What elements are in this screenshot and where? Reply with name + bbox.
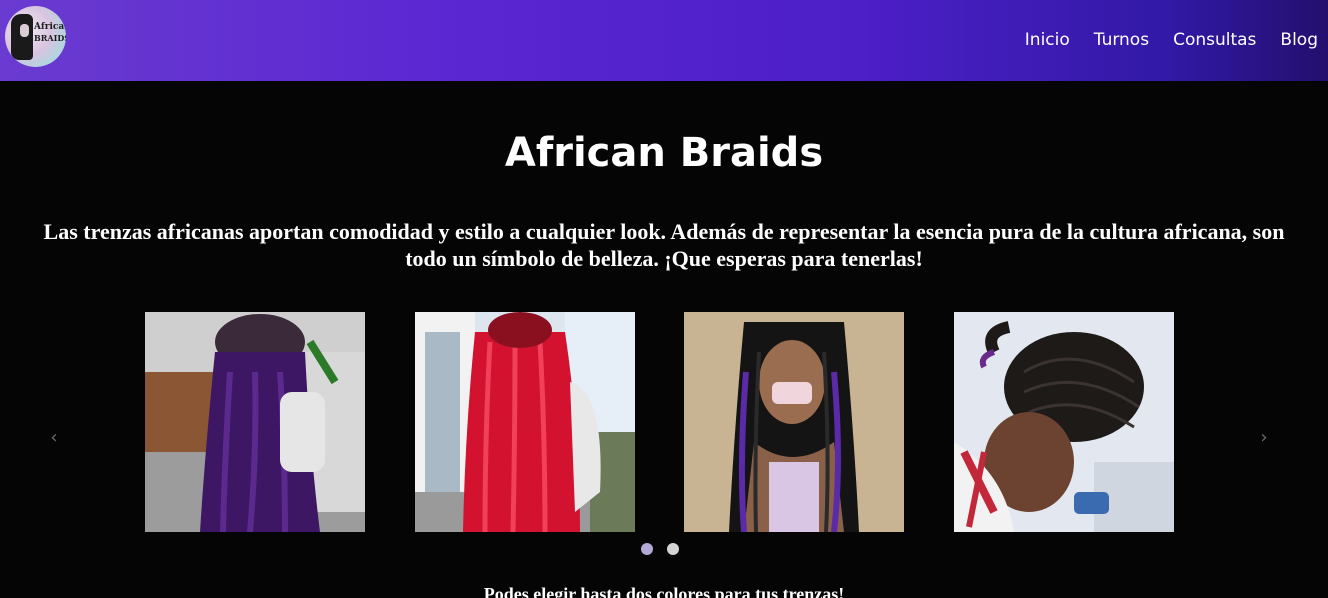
red-braids-photo-icon — [415, 312, 635, 532]
colors-tagline: Podes elegir hasta dos colores para tus … — [483, 584, 845, 598]
nav-link-consultas[interactable]: Consultas — [1173, 28, 1256, 52]
nav-link-blog[interactable]: Blog — [1280, 28, 1318, 52]
logo-portrait-icon — [11, 14, 33, 60]
carousel-dot-2[interactable] — [667, 543, 679, 555]
intro-text: Las trenzas africanas aportan comodidad … — [43, 219, 1285, 271]
cornrow-braids-photo-icon — [954, 312, 1174, 532]
carousel-next-icon[interactable]: › — [1254, 426, 1274, 450]
black-purple-braids-photo-icon — [684, 312, 904, 532]
african-braids-logo[interactable]: African BRAIDS — [5, 6, 66, 67]
nav-link-turnos[interactable]: Turnos — [1094, 28, 1149, 52]
carousel-prev-icon[interactable]: ‹ — [44, 426, 64, 450]
nav-link-inicio[interactable]: Inicio — [1025, 28, 1070, 52]
page-title: African Braids — [504, 130, 824, 176]
carousel-indicators — [641, 543, 693, 555]
nav-menu: Inicio Turnos Consultas Blog — [1001, 28, 1328, 52]
carousel-slide-purple-braids — [145, 312, 365, 532]
carousel-dot-1[interactable] — [641, 543, 653, 555]
logo-line-1: African — [34, 22, 66, 32]
carousel-slide-cornrow-braids — [954, 312, 1174, 532]
carousel-slide-red-braids — [415, 312, 635, 532]
carousel-slide-black-purple-braids — [684, 312, 904, 532]
navbar: African BRAIDS Inicio Turnos Consultas B… — [0, 0, 1328, 81]
logo-text: African BRAIDS — [34, 22, 66, 44]
purple-braids-photo-icon — [145, 312, 365, 532]
logo-line-2: BRAIDS — [34, 33, 66, 43]
